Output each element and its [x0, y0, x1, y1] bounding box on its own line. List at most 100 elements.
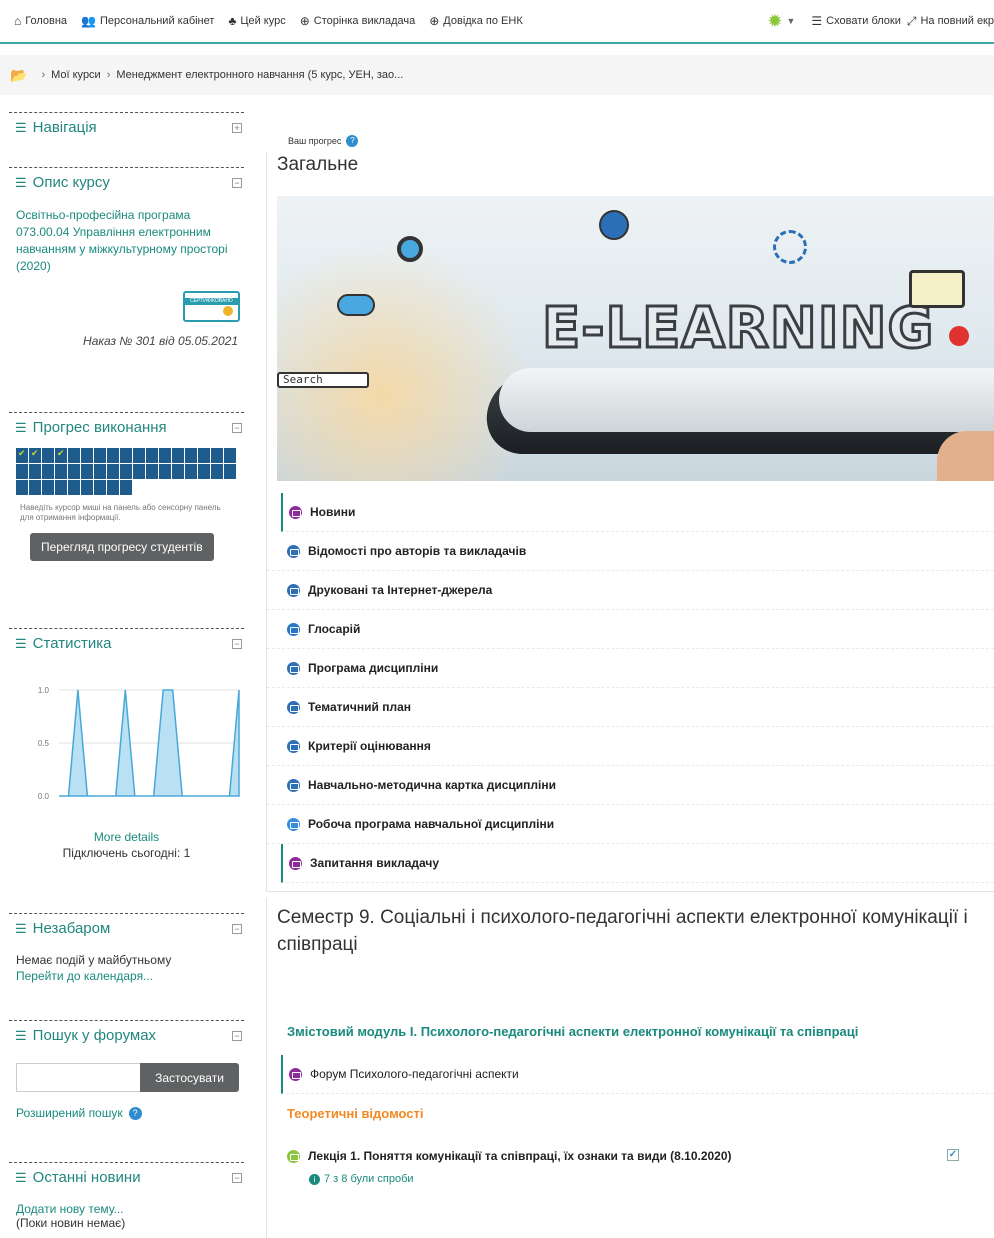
progress-cell[interactable] [159, 464, 171, 479]
progress-cell[interactable] [198, 448, 210, 463]
help-icon[interactable]: ? [128, 1106, 142, 1120]
nav-help[interactable]: ⊕ Довідка по ЕНК [429, 14, 523, 28]
progress-cell[interactable] [120, 448, 132, 463]
progress-cell[interactable] [120, 480, 132, 495]
progress-cell[interactable] [29, 480, 41, 495]
progress-cell[interactable] [146, 464, 158, 479]
progress-cell[interactable] [68, 480, 80, 495]
calendar-link[interactable]: Перейти до календаря... [9, 969, 244, 983]
progress-cell[interactable] [107, 448, 119, 463]
progress-cell[interactable] [81, 464, 93, 479]
block-title[interactable]: ☰ Останні новини [15, 1169, 141, 1186]
progress-cell[interactable] [16, 448, 28, 463]
activity-item[interactable]: Тематичний план [267, 688, 994, 727]
progress-cell[interactable] [55, 464, 67, 479]
progress-cell[interactable] [81, 480, 93, 495]
progress-cell[interactable] [29, 448, 41, 463]
module-title[interactable]: Змістовий модуль І. Психолого-педагогічн… [267, 1024, 994, 1039]
progress-cell[interactable] [133, 464, 145, 479]
fullscreen-button[interactable]: ⤢ На повний екр [907, 14, 994, 29]
page-icon [287, 661, 300, 675]
progress-cell[interactable] [172, 464, 184, 479]
progress-cell[interactable] [55, 448, 67, 463]
block-title[interactable]: ☰ Опис курсу [15, 174, 110, 191]
block-title[interactable]: ☰ Статистика [15, 635, 111, 652]
nav-dashboard[interactable]: 👥 Персональний кабінет [81, 14, 214, 28]
activity-item[interactable]: Відомості про авторів та викладачів [267, 532, 994, 571]
block-title[interactable]: ☰ Незабаром [15, 920, 110, 937]
forum-search-input[interactable] [16, 1063, 140, 1092]
collapse-block-icon[interactable]: − [232, 1172, 242, 1183]
progress-cell[interactable] [107, 464, 119, 479]
video-player-icon [909, 270, 965, 308]
add-topic-link[interactable]: Додати нову тему... [9, 1202, 244, 1216]
progress-cell[interactable] [159, 448, 171, 463]
attempts-info[interactable]: i 7 з 8 були спроби [267, 1173, 994, 1185]
progress-cell[interactable] [146, 448, 158, 463]
activity-item[interactable]: Робоча програма навчальної дисципліни [267, 805, 994, 844]
activity-item[interactable]: Запитання викладачу [281, 844, 994, 883]
collapse-block-icon[interactable]: − [232, 923, 242, 934]
progress-cell[interactable] [16, 480, 28, 495]
program-link[interactable]: Освітньо-професійна програма 073.00.04 У… [9, 207, 231, 275]
progress-cell[interactable] [42, 464, 54, 479]
progress-cell[interactable] [185, 448, 197, 463]
nav-teacher-page[interactable]: ⊕ Сторінка викладача [300, 14, 416, 28]
breadcrumb-my-courses[interactable]: Мої курси [51, 69, 101, 81]
progress-cell[interactable] [224, 448, 236, 463]
cloud-icon [337, 294, 375, 316]
progress-cell[interactable] [81, 448, 93, 463]
forum-search-title: Пошук у форумах [32, 1027, 157, 1044]
block-title[interactable]: ☰ Навігація [15, 119, 97, 136]
progress-cell[interactable] [172, 448, 184, 463]
progress-cell[interactable] [68, 464, 80, 479]
activity-item[interactable]: Глосарій [267, 610, 994, 649]
forum-activity[interactable]: Форум Психолого-педагогічні аспекти [281, 1055, 994, 1094]
hide-blocks-button[interactable]: ☰ Сховати блоки [811, 14, 900, 28]
block-title[interactable]: ☰ Пошук у форумах [15, 1027, 156, 1044]
progress-cell[interactable] [16, 464, 28, 479]
progress-cell[interactable] [42, 448, 54, 463]
progress-cell[interactable] [185, 464, 197, 479]
activity-item[interactable]: Навчально-методична картка дисципліни [267, 766, 994, 805]
progress-cell[interactable] [133, 448, 145, 463]
more-details-link[interactable]: More details [9, 830, 244, 844]
lecture-activity[interactable]: Лекція 1. Поняття комунікації та співпра… [267, 1149, 994, 1163]
help-icon[interactable]: ? [346, 135, 359, 147]
progress-cell[interactable] [224, 464, 236, 479]
activity-item[interactable]: Програма дисципліни [267, 649, 994, 688]
progress-bar-grid[interactable] [16, 448, 244, 495]
advanced-search-link[interactable]: Розширений пошук [16, 1106, 123, 1120]
progress-cell[interactable] [55, 480, 67, 495]
progress-cell[interactable] [198, 464, 210, 479]
breadcrumb-course[interactable]: Менеджмент електронного навчання (5 курс… [116, 69, 403, 81]
nav-home[interactable]: ⌂ Головна [14, 14, 67, 28]
block-title[interactable]: ☰ Прогрес виконання [15, 419, 167, 436]
gear-icon[interactable]: ✹ [767, 11, 782, 32]
apply-search-button[interactable]: Застосувати [140, 1063, 239, 1092]
progress-cell[interactable] [211, 464, 223, 479]
progress-cell[interactable] [29, 464, 41, 479]
y-tick-label: 1.0 [38, 686, 50, 695]
nav-this-course[interactable]: ♣ Цей курс [228, 14, 285, 28]
folder-icon[interactable]: 📂 [10, 67, 27, 84]
progress-cell[interactable] [94, 448, 106, 463]
view-progress-button[interactable]: Перегляд прогресу студентів [30, 533, 214, 561]
progress-cell[interactable] [107, 480, 119, 495]
progress-cell[interactable] [94, 464, 106, 479]
progress-cell[interactable] [94, 480, 106, 495]
activity-item[interactable]: Критерії оцінювання [267, 727, 994, 766]
caret-down-icon[interactable]: ▼ [786, 16, 795, 26]
expand-block-icon[interactable]: + [232, 122, 242, 133]
collapse-block-icon[interactable]: − [232, 422, 242, 433]
progress-cell[interactable] [68, 448, 80, 463]
collapse-block-icon[interactable]: − [232, 177, 242, 188]
progress-cell[interactable] [211, 448, 223, 463]
collapse-block-icon[interactable]: − [232, 1030, 242, 1041]
progress-cell[interactable] [120, 464, 132, 479]
activity-item[interactable]: Друковані та Інтернет-джерела [267, 571, 994, 610]
completion-checkbox[interactable]: ✓ [947, 1149, 959, 1161]
collapse-block-icon[interactable]: − [232, 638, 242, 649]
progress-cell[interactable] [42, 480, 54, 495]
activity-item[interactable]: Новини [281, 493, 994, 532]
